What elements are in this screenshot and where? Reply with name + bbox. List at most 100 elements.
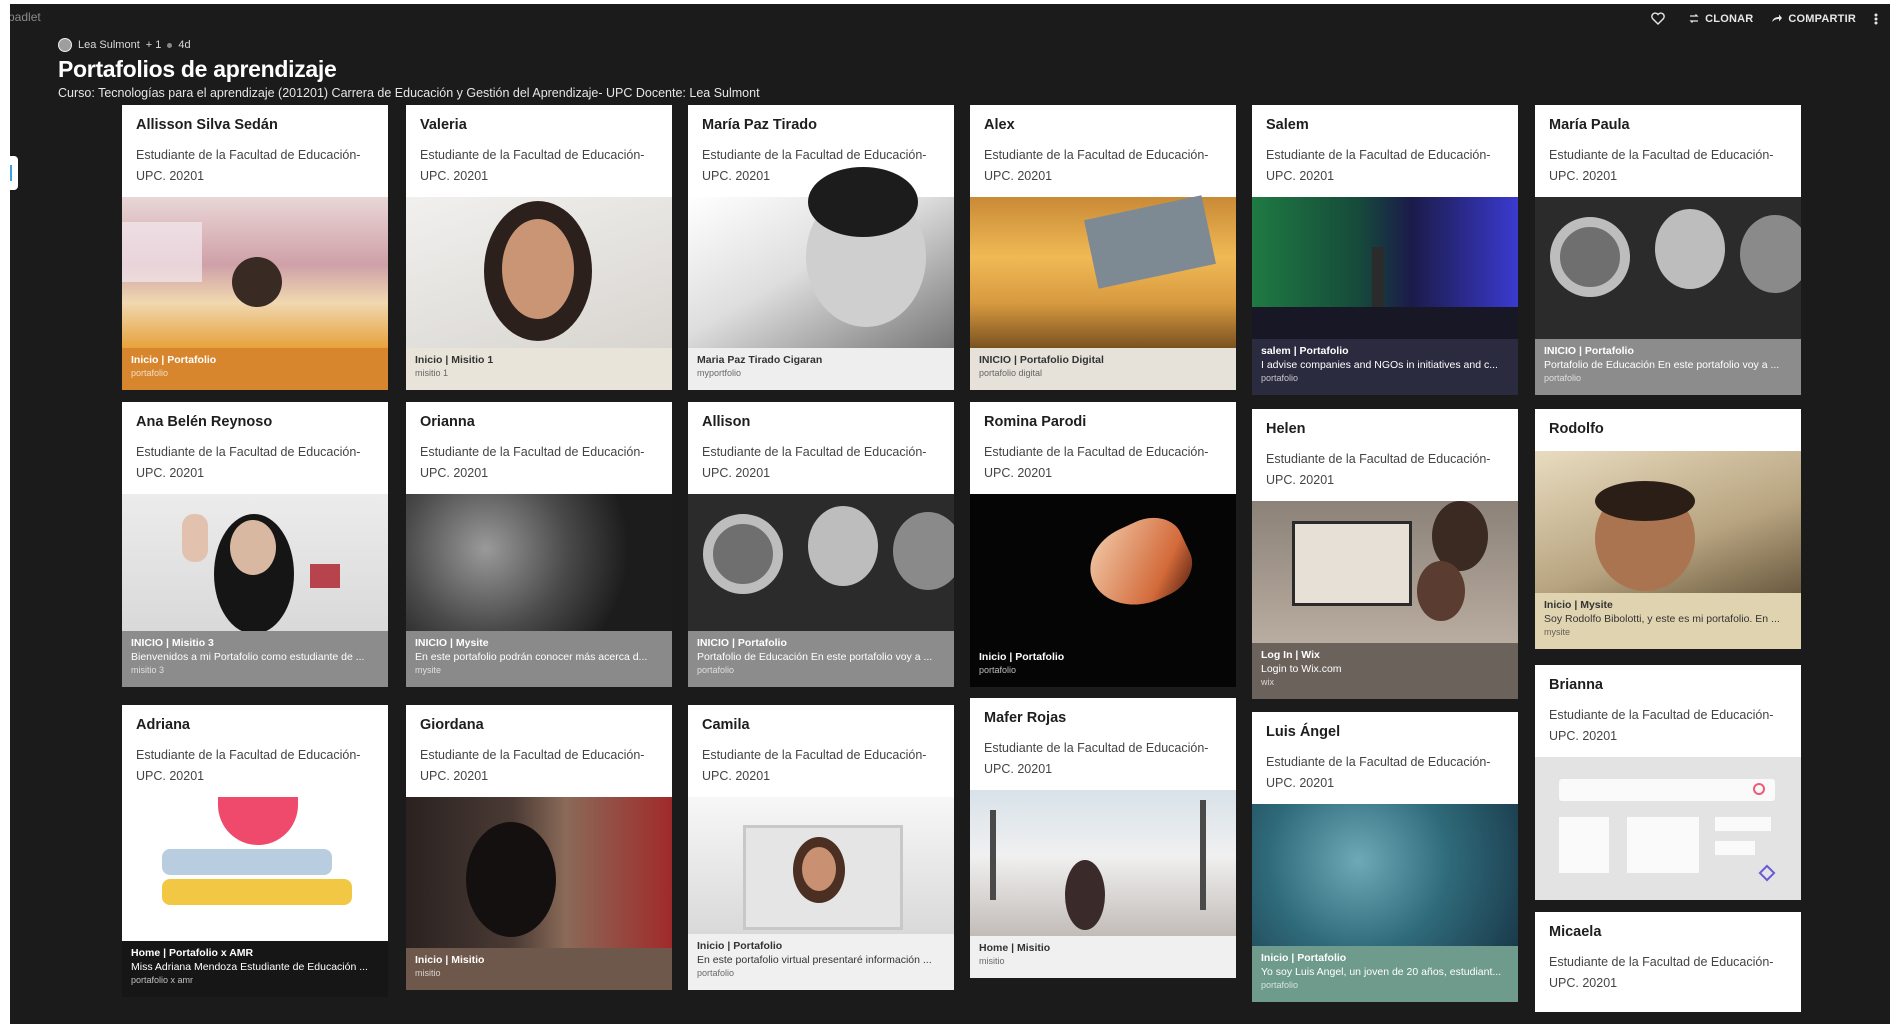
post-link-footer[interactable]: Home | Portafolio x AMR Miss Adriana Mend…: [122, 941, 388, 997]
post-card[interactable]: Allisson Silva Sedán Estudiante de la Fac…: [122, 105, 388, 390]
post-title: Rodolfo: [1549, 421, 1604, 437]
post-title: Camila: [702, 717, 750, 733]
post-link-preview-image[interactable]: [122, 494, 388, 634]
link-source: misitio: [979, 956, 1005, 966]
post-link-preview-image[interactable]: [122, 797, 388, 941]
post-card[interactable]: Romina Parodi Estudiante de la Facultad d…: [970, 402, 1236, 687]
post-link-preview-image[interactable]: [406, 797, 672, 948]
post-card[interactable]: Camila Estudiante de la Facultad de Educa…: [688, 705, 954, 990]
link-title: INICIO | Portafolio: [1544, 345, 1634, 357]
post-card[interactable]: Brianna Estudiante de la Facultad de Educ…: [1535, 665, 1801, 900]
post-link-footer[interactable]: Inicio | Misitio 1 misitio 1: [406, 348, 672, 390]
post-card[interactable]: Mafer Rojas Estudiante de la Facultad de …: [970, 698, 1236, 978]
post-link-preview-image[interactable]: [1252, 197, 1518, 347]
post-title: María Paula: [1549, 117, 1630, 133]
post-description: Estudiante de la Facultad de Educación- …: [1266, 452, 1491, 487]
link-source: misitio 1: [415, 368, 449, 378]
post-description: Estudiante de la Facultad de Educación- …: [136, 748, 361, 783]
more-icon: [1874, 13, 1878, 24]
more-menu-button[interactable]: [1874, 13, 1878, 25]
post-link-preview-image[interactable]: [970, 195, 1236, 348]
link-title: Inicio | Misitio 1: [415, 354, 494, 366]
post-link-footer[interactable]: INICIO | Portafolio Portafolio de Educaci…: [1535, 339, 1801, 395]
post-link-preview-image[interactable]: [688, 167, 954, 348]
post-link-footer[interactable]: INICIO | Mysite En este portafolio podrán…: [406, 631, 672, 687]
post-link-preview-image[interactable]: [1535, 197, 1801, 339]
author-name[interactable]: Lea Sulmont: [78, 39, 140, 51]
link-title: INICIO | Mysite: [415, 637, 489, 649]
post-link-preview-image[interactable]: [122, 197, 388, 348]
post-description: Estudiante de la Facultad de Educación- …: [1266, 148, 1491, 183]
post-link-footer[interactable]: Inicio | Portafolio En este portafolio vi…: [688, 934, 954, 990]
post-card[interactable]: Orianna Estudiante de la Facultad de Educ…: [406, 402, 672, 687]
post-title: Mafer Rojas: [984, 710, 1067, 726]
share-button[interactable]: COMPARTIR: [1771, 13, 1856, 25]
post-card[interactable]: Micaela Estudiante de la Facultad de Educ…: [1535, 912, 1801, 1012]
post-card[interactable]: Allison Estudiante de la Facultad de Educ…: [688, 402, 954, 687]
post-link-footer[interactable]: Inicio | Misitio misitio: [406, 948, 672, 990]
post-title: Salem: [1266, 117, 1309, 133]
post-link-preview-image[interactable]: [688, 494, 954, 631]
post-link-preview-image[interactable]: [1252, 501, 1518, 643]
post-description: Estudiante de la Facultad de Educación- …: [420, 445, 645, 480]
clone-label: CLONAR: [1705, 12, 1754, 25]
link-source: portafolio digital: [979, 368, 1043, 378]
post-link-footer[interactable]: INICIO | Misitio 3 Bienvenidos a mi Porta…: [122, 631, 388, 687]
post-link-footer[interactable]: Maria Paz Tirado Cigaran myportfolio: [688, 348, 954, 390]
post-card[interactable]: Valeria Estudiante de la Facultad de Educ…: [406, 105, 672, 390]
post-description: Estudiante de la Facultad de Educación- …: [702, 445, 927, 480]
post-card[interactable]: Salem Estudiante de la Facultad de Educac…: [1252, 105, 1518, 395]
post-link-footer[interactable]: Home | Misitio misitio: [970, 936, 1236, 978]
like-button[interactable]: [1651, 12, 1670, 25]
post-description: Estudiante de la Facultad de Educación- …: [1266, 755, 1491, 790]
post-card[interactable]: María Paula Estudiante de la Facultad de …: [1535, 105, 1801, 395]
post-card[interactable]: Rodolfo Inicio | Mysite Soy Rodolfo Bibolo…: [1535, 409, 1801, 649]
post-description: Estudiante de la Facultad de Educación- …: [984, 445, 1209, 480]
post-link-preview-image[interactable]: [1535, 451, 1801, 593]
link-source: mysite: [415, 665, 442, 675]
post-description: Estudiante de la Facultad de Educación- …: [1549, 148, 1774, 183]
post-description: Estudiante de la Facultad de Educación- …: [136, 148, 361, 183]
page-title: Portafolios de aprendizaje: [58, 56, 337, 82]
link-source: portafolio x amr: [131, 975, 194, 985]
post-link-footer[interactable]: Inicio | Portafolio portafolio: [970, 645, 1236, 687]
post-description: Estudiante de la Facultad de Educación- …: [420, 748, 645, 783]
post-card[interactable]: Ana Belén Reynoso Estudiante de la Facult…: [122, 402, 388, 687]
post-age: 4d: [178, 39, 191, 51]
brand-logo[interactable]: padlet: [10, 10, 41, 24]
link-title: Maria Paz Tirado Cigaran: [697, 354, 823, 366]
post-link-footer[interactable]: INICIO | Portafolio Portafolio de Educaci…: [688, 631, 954, 687]
post-card[interactable]: Alex Estudiante de la Facultad de Educaci…: [970, 105, 1236, 390]
link-source: wix: [1261, 677, 1274, 687]
post-link-preview-image[interactable]: [688, 797, 954, 934]
post-title: Helen: [1266, 421, 1306, 437]
post-link-footer[interactable]: Log In | Wix Login to Wix.com wix: [1252, 643, 1518, 699]
post-link-footer[interactable]: INICIO | Portafolio Digital portafolio di…: [970, 348, 1236, 390]
post-link-preview-image[interactable]: [970, 494, 1236, 645]
post-card[interactable]: Helen Estudiante de la Facultad de Educac…: [1252, 409, 1518, 699]
post-card[interactable]: Giordana Estudiante de la Facultad de Edu…: [406, 705, 672, 990]
post-link-preview-image[interactable]: [406, 197, 672, 348]
link-source: portafolio: [697, 665, 735, 675]
post-link-footer[interactable]: Inicio | Portafolio Yo soy Luis Angel, un…: [1252, 946, 1518, 1002]
link-title: Home | Misitio: [979, 942, 1051, 954]
side-panel-toggle[interactable]: [10, 156, 18, 190]
post-link-footer[interactable]: salem | Portafolio I advise companies and…: [1252, 339, 1518, 395]
post-link-preview-image[interactable]: [1535, 757, 1801, 900]
post-link-footer[interactable]: Inicio | Mysite Soy Rodolfo Bibolotti, y …: [1535, 593, 1801, 649]
post-card[interactable]: Adriana Estudiante de la Facultad de Educ…: [122, 705, 388, 997]
post-title: Micaela: [1549, 924, 1602, 940]
post-card[interactable]: María Paz Tirado Estudiante de la Faculta…: [688, 105, 954, 390]
post-link-preview-image[interactable]: [1252, 804, 1518, 946]
heart-icon: [1651, 12, 1665, 25]
post-description: Estudiante de la Facultad de Educación- …: [1549, 708, 1774, 743]
post-description: Estudiante de la Facultad de Educación- …: [1549, 955, 1774, 990]
post-link-preview-image[interactable]: [406, 494, 672, 631]
post-title: Brianna: [1549, 677, 1603, 693]
post-card[interactable]: Luis Ángel Estudiante de la Facultad de E…: [1252, 712, 1518, 1002]
post-link-preview-image[interactable]: [970, 790, 1236, 936]
link-title: Inicio | Mysite: [1544, 599, 1613, 611]
clone-button[interactable]: CLONAR: [1688, 13, 1753, 25]
post-link-footer[interactable]: Inicio | Portafolio portafolio: [122, 348, 388, 390]
avatar[interactable]: [58, 38, 72, 52]
